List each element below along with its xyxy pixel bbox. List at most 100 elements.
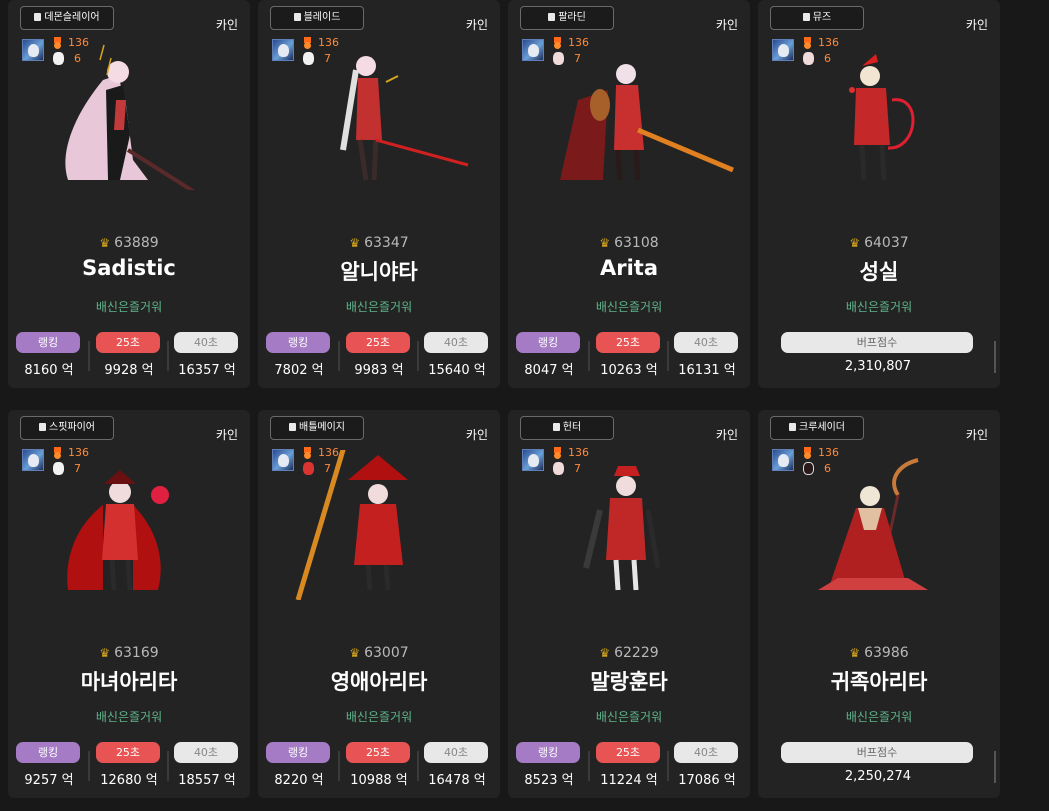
character-figure — [583, 466, 661, 591]
damage-40s: 16478 억 — [428, 773, 486, 788]
tab-ranking[interactable]: 랭킹 — [16, 742, 80, 763]
fame-score: ♛ 64037 — [849, 235, 909, 251]
character-name[interactable]: 말랑훈타 — [508, 666, 750, 696]
tab-25s[interactable]: 25초 — [346, 332, 410, 353]
damage-25s: 11224 억 — [600, 773, 658, 788]
tab-ranking[interactable]: 랭킹 — [516, 742, 580, 763]
job-icon — [289, 423, 296, 431]
ranking-damage: 7802 억 — [274, 363, 324, 378]
guild-name: 배신은즐거워 — [845, 710, 913, 724]
fame-score: ♛ 63986 — [849, 645, 909, 661]
character-figure — [849, 54, 915, 181]
damage-40s: 16357 억 — [178, 363, 236, 378]
damage-25s: 9983 억 — [354, 363, 404, 378]
damage-25s: 10263 억 — [600, 363, 658, 378]
job-badge: 뮤즈 — [770, 6, 864, 30]
scrollbar[interactable] — [994, 341, 996, 373]
character-card[interactable]: 데몬슬레이어 카인 136 6 ♛ 63889 Sadistic 배신은즐거워 랭… — [8, 0, 250, 388]
character-name[interactable]: 성실 — [758, 256, 1000, 286]
guild-name: 배신은즐거워 — [345, 710, 413, 724]
job-badge: 스핏파이어 — [20, 416, 114, 440]
fame-score: ♛ 62229 — [599, 645, 659, 661]
character-name[interactable]: Arita — [508, 256, 750, 280]
character-card[interactable]: 배틀메이지 카인 136 7 ♛ 63007 영애아리타 배신은즐거워 랭킹 25… — [258, 410, 500, 798]
damage-40s: 18557 억 — [178, 773, 236, 788]
character-figure — [560, 64, 734, 181]
tab-40s[interactable]: 40초 — [174, 742, 238, 763]
fame-score: ♛ 63889 — [99, 235, 159, 251]
tab-25s[interactable]: 25초 — [596, 332, 660, 353]
tab-25s[interactable]: 25초 — [96, 332, 160, 353]
character-card[interactable]: 팔라딘 카인 136 7 ♛ 63108 Arita 배신은즐거워 랭킹 25초 … — [508, 0, 750, 388]
crown-icon: ♛ — [349, 236, 361, 250]
server-label: 카인 — [215, 18, 238, 32]
character-name[interactable]: 마녀아리타 — [8, 666, 250, 696]
character-figure — [65, 44, 196, 190]
ranking-damage: 8047 억 — [524, 363, 574, 378]
tab-40s[interactable]: 40초 — [174, 332, 238, 353]
character-name[interactable]: 영애아리타 — [258, 666, 500, 696]
damage-25s: 9928 억 — [104, 363, 154, 378]
character-figure — [295, 450, 408, 600]
job-badge: 배틀메이지 — [270, 416, 364, 440]
job-badge: 팔라딘 — [520, 6, 614, 30]
fame-score: ♛ 63007 — [349, 645, 409, 661]
guild-name: 배신은즐거워 — [95, 300, 163, 314]
fame-score: ♛ 63347 — [349, 235, 409, 251]
character-card[interactable]: 블레이드 카인 136 7 ♛ 63347 알니야타 배신은즐거워 랭킹 25초 … — [258, 0, 500, 388]
character-name[interactable]: 귀족아리타 — [758, 666, 1000, 696]
tab-ranking[interactable]: 랭킹 — [516, 332, 580, 353]
ranking-damage: 8523 억 — [524, 773, 574, 788]
scrollbar[interactable] — [994, 751, 996, 783]
crown-icon: ♛ — [599, 236, 611, 250]
server-label: 카인 — [215, 428, 238, 442]
tab-40s[interactable]: 40초 — [424, 332, 488, 353]
crown-icon: ♛ — [99, 646, 111, 660]
tab-40s[interactable]: 40초 — [674, 742, 738, 763]
buff-score-value: 2,310,807 — [844, 359, 912, 374]
character-name[interactable]: 알니야타 — [258, 256, 500, 286]
tab-40s[interactable]: 40초 — [674, 332, 738, 353]
server-label: 카인 — [715, 18, 738, 32]
tab-25s[interactable]: 25초 — [596, 742, 660, 763]
crown-icon: ♛ — [349, 646, 361, 660]
tab-25s[interactable]: 25초 — [346, 742, 410, 763]
buff-score-value: 2,250,274 — [844, 769, 912, 784]
guild-name: 배신은즐거워 — [595, 300, 663, 314]
character-name[interactable]: Sadistic — [8, 256, 250, 280]
damage-40s: 15640 억 — [428, 363, 486, 378]
tab-ranking[interactable]: 랭킹 — [266, 742, 330, 763]
character-figure — [340, 56, 469, 181]
ranking-damage: 8220 억 — [274, 773, 324, 788]
job-icon — [34, 13, 42, 21]
guild-name: 배신은즐거워 — [345, 300, 413, 314]
fame-score: ♛ 63108 — [599, 235, 659, 251]
damage-40s: 16131 억 — [678, 363, 736, 378]
guild-name: 배신은즐거워 — [95, 710, 163, 724]
ranking-damage: 9257 억 — [24, 773, 74, 788]
ranking-damage: 8160 억 — [24, 363, 74, 378]
server-label: 카인 — [465, 428, 488, 442]
character-card[interactable]: 스핏파이어 카인 136 7 ♛ 63169 마녀아리타 배신은즐거워 랭킹 25… — [8, 410, 250, 798]
guild-name: 배신은즐거워 — [595, 710, 663, 724]
job-icon — [789, 423, 796, 431]
tab-ranking[interactable]: 랭킹 — [266, 332, 330, 353]
job-badge: 크루세이더 — [770, 416, 864, 440]
job-badge: 헌터 — [520, 416, 614, 440]
character-grid: 데몬슬레이어 카인 136 6 ♛ 63889 Sadistic 배신은즐거워 랭… — [0, 0, 1049, 811]
crown-icon: ♛ — [599, 646, 611, 660]
character-card[interactable]: 뮤즈 카인 136 6 ♛ 64037 성실 배신은즐거워 버프점수 2,310,… — [758, 0, 1000, 388]
tab-ranking[interactable]: 랭킹 — [16, 332, 80, 353]
job-badge: 블레이드 — [270, 6, 364, 30]
server-label: 카인 — [715, 428, 738, 442]
tab-40s[interactable]: 40초 — [424, 742, 488, 763]
job-icon — [39, 423, 46, 431]
buff-score-button[interactable]: 버프점수 — [781, 332, 973, 353]
fame-score: ♛ 63169 — [99, 645, 159, 661]
character-card[interactable]: 헌터 카인 136 7 ♛ 62229 말랑훈타 배신은즐거워 랭킹 25초 40… — [508, 410, 750, 798]
tab-25s[interactable]: 25초 — [96, 742, 160, 763]
damage-25s: 12680 억 — [100, 773, 158, 788]
job-icon — [293, 13, 301, 21]
buff-score-button[interactable]: 버프점수 — [781, 742, 973, 763]
character-card[interactable]: 크루세이더 카인 136 6 ♛ 63986 귀족아리타 배신은즐거워 버프점수 … — [758, 410, 1000, 798]
